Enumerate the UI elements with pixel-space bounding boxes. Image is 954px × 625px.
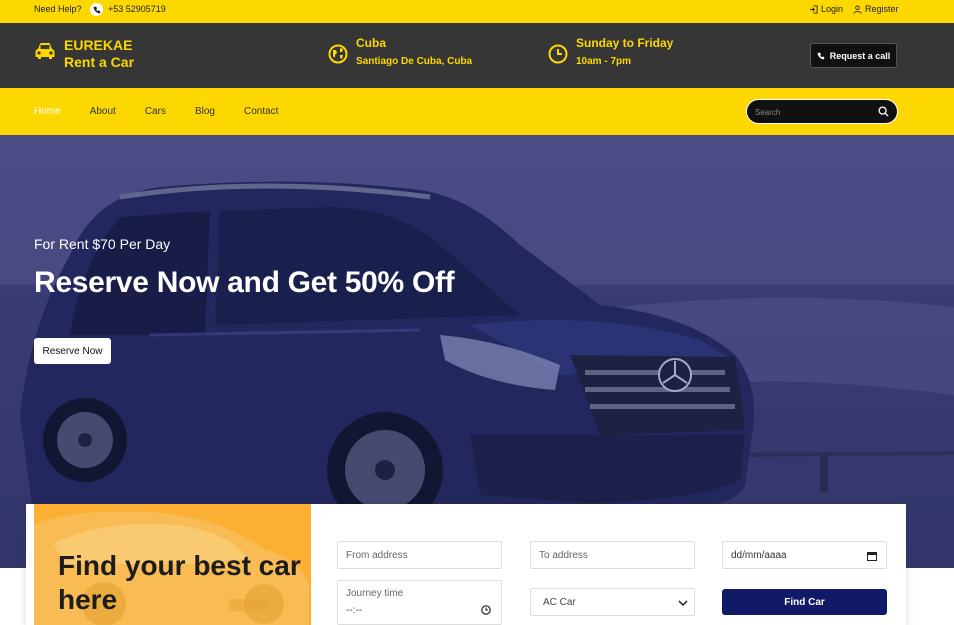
nav-item-contact[interactable]: Contact — [244, 106, 278, 117]
site-header: EUREKAE Rent a Car Cuba Santiago De Cuba… — [0, 23, 954, 88]
car-type-value: AC Car — [543, 596, 576, 608]
register-link[interactable]: Register — [853, 4, 899, 14]
hero-subtitle: For Rent $70 Per Day — [34, 236, 171, 252]
request-call-button[interactable]: Request a call — [810, 43, 897, 68]
phone-icon — [817, 52, 824, 59]
reserve-now-button[interactable]: Reserve Now — [34, 338, 111, 364]
clock-icon — [548, 44, 568, 64]
location-title: Cuba — [356, 36, 386, 50]
from-address-input[interactable]: From address — [337, 541, 502, 569]
request-call-label: Request a call — [829, 50, 891, 61]
nav-item-blog[interactable]: Blog — [195, 106, 215, 117]
journey-time-label: Journey time — [346, 588, 404, 599]
need-help-text: Need Help? — [34, 4, 82, 14]
calendar-icon[interactable] — [867, 551, 877, 561]
hours-subtitle: 10am - 7pm — [576, 56, 632, 67]
location-info: Cuba Santiago De Cuba, Cuba — [328, 36, 472, 69]
promo-title: Find your best car here — [58, 550, 301, 615]
nav-menu: Home About Cars Blog Contact — [34, 88, 307, 135]
top-bar: Need Help? +53 52905719 Login Register — [0, 0, 954, 23]
hours-info: Sunday to Friday 10am - 7pm — [548, 36, 673, 69]
login-icon — [809, 4, 818, 14]
globe-icon — [328, 44, 348, 64]
journey-time-value: --:-- — [346, 605, 363, 616]
search-input[interactable] — [755, 104, 875, 120]
phone-number[interactable]: +53 52905719 — [108, 4, 166, 14]
brand-tagline: Rent a Car — [64, 54, 135, 70]
search-box — [746, 99, 898, 124]
register-label: Register — [865, 4, 899, 14]
to-address-input[interactable]: To address — [530, 541, 695, 569]
chevron-down-icon — [678, 600, 688, 607]
car-icon — [35, 43, 55, 59]
login-label: Login — [821, 4, 844, 14]
login-link[interactable]: Login — [809, 4, 843, 14]
search-icon[interactable] — [878, 106, 889, 117]
nav-item-about[interactable]: About — [90, 106, 116, 117]
main-nav: Home About Cars Blog Contact — [0, 88, 954, 135]
date-value: dd/mm/aaaa — [731, 549, 787, 561]
find-car-button[interactable]: Find Car — [722, 589, 887, 615]
hours-title: Sunday to Friday — [576, 36, 674, 50]
hero-title: Reserve Now and Get 50% Off — [34, 266, 455, 299]
date-input[interactable]: dd/mm/aaaa — [722, 541, 887, 569]
clock-icon[interactable] — [481, 605, 491, 615]
brand-logo[interactable]: EUREKAE Rent a Car — [34, 37, 134, 71]
car-type-select[interactable]: AC Car — [530, 588, 695, 616]
location-subtitle: Santiago De Cuba, Cuba — [356, 56, 473, 67]
nav-item-home[interactable]: Home — [34, 106, 61, 117]
phone-icon — [90, 3, 103, 16]
promo-card: Find your best car here — [34, 504, 311, 625]
journey-time-input[interactable]: Journey time --:-- — [337, 580, 502, 625]
user-icon — [853, 4, 862, 14]
nav-item-cars[interactable]: Cars — [145, 106, 166, 117]
brand-name: EUREKAE — [64, 37, 133, 53]
